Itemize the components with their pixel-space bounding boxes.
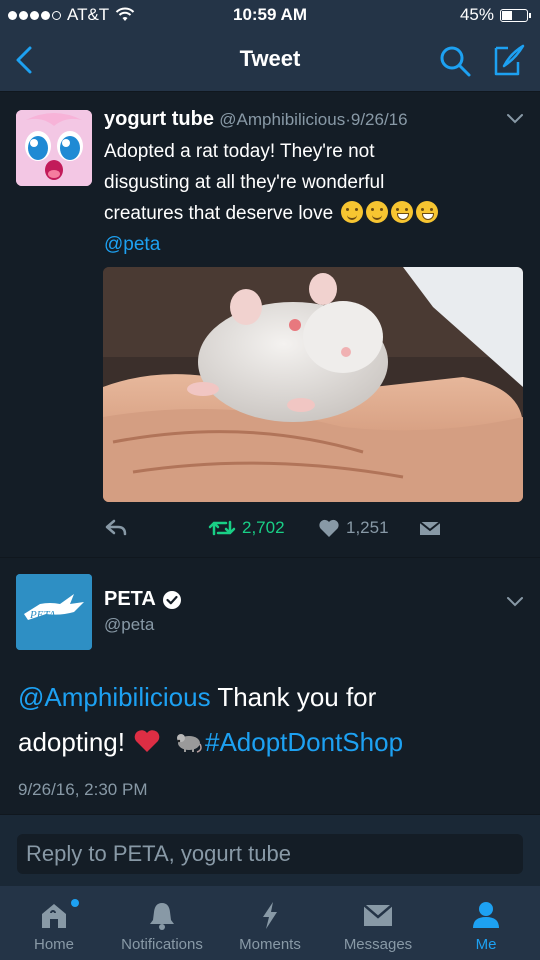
avatar[interactable] [16, 110, 92, 186]
like-count: 1,251 [346, 518, 389, 537]
home-notification-dot [71, 899, 79, 907]
nav-bar: Tweet [0, 30, 540, 92]
avatar-image [16, 110, 92, 186]
tweet-text-line: creatures that deserve love [104, 198, 524, 229]
tweet-text-fragment: creatures that deserve love [104, 203, 334, 224]
tab-label: Me [475, 936, 497, 953]
rat-photo-image [103, 267, 523, 502]
like-button[interactable]: 1,251 [318, 518, 389, 538]
tab-messages[interactable]: Messages [330, 886, 426, 960]
envelope-icon [419, 521, 441, 535]
retweet-count: 2,702 [242, 518, 285, 537]
mention-link[interactable]: @peta [104, 229, 524, 260]
tweet-yogurt-tube[interactable]: yogurt tube @Amphibilicious·9/26/16 Adop… [0, 92, 540, 558]
reply-button[interactable] [104, 518, 128, 538]
tab-label: Messages [343, 936, 413, 953]
tab-bar: Home Notifications Moments Messages Me [0, 886, 540, 960]
tweet-text: @Amphibilicious Thank you for adopting! #… [18, 675, 528, 765]
tweet-photo[interactable] [103, 267, 523, 502]
username[interactable]: @peta [104, 615, 154, 635]
tab-label: Moments [239, 936, 301, 953]
hashtag-link[interactable]: #AdoptDontShop [205, 727, 403, 757]
tab-me[interactable]: Me [446, 886, 526, 960]
tweet-text: Adopted a rat today! They're not disgust… [104, 136, 524, 260]
lightning-icon [263, 902, 277, 929]
retweet-button[interactable]: 2,702 [208, 518, 285, 538]
tweet-text-line: adopting! #AdoptDontShop [18, 720, 528, 765]
red-heart-emoji [134, 730, 160, 752]
person-icon [473, 902, 499, 928]
verified-badge-icon [162, 590, 181, 609]
tweet-timestamp: 9/26/16, 2:30 PM [18, 780, 148, 799]
display-name[interactable]: yogurt tube [104, 108, 214, 130]
status-right: 45% [459, 5, 531, 25]
chevron-down-icon[interactable] [505, 112, 525, 126]
tab-label: Notifications [121, 936, 203, 953]
tweet-actions: 2,702 1,251 [104, 518, 524, 544]
tweet-text-line: Adopted a rat today! They're not [104, 141, 375, 162]
retweet-icon [208, 520, 236, 536]
tweet-text-line: @Amphibilicious Thank you for [18, 675, 528, 720]
home-icon [42, 904, 66, 928]
tab-moments[interactable]: Moments [226, 886, 314, 960]
reply-icon [105, 519, 127, 536]
tweet-date: 9/26/16 [350, 110, 408, 129]
tab-label: Home [33, 936, 74, 953]
grinning-face-emoji [391, 201, 414, 223]
compose-icon[interactable] [490, 42, 526, 78]
tweet-text-line: disgusting at all they're wonderful [104, 172, 385, 193]
rat-emoji [176, 734, 202, 753]
grinning-face-emoji [416, 201, 439, 223]
search-icon[interactable] [438, 44, 472, 78]
status-bar: AT&T 10:59 AM 45% [0, 0, 540, 30]
battery-percent: 45% [459, 5, 494, 24]
peta-logo-text: PETA [29, 609, 56, 621]
peta-logo: PETA [16, 574, 92, 650]
bell-icon [150, 903, 174, 930]
reply-bar [0, 814, 540, 886]
tweet-header: yogurt tube @Amphibilicious·9/26/16 [104, 108, 408, 131]
battery-icon [500, 8, 531, 22]
direct-message-button[interactable] [418, 518, 442, 538]
display-name[interactable]: PETA [104, 588, 156, 611]
tweet-peta[interactable]: PETA PETA @peta @Amphibilicious Thank yo… [0, 559, 540, 813]
tweet-text-fragment: adopting! [18, 727, 125, 757]
envelope-icon [363, 904, 393, 926]
reply-input[interactable] [17, 834, 523, 874]
username[interactable]: @Amphibilicious [219, 110, 345, 129]
heart-icon [319, 519, 339, 537]
display-name-row: PETA [104, 588, 182, 611]
smiling-face-emoji [341, 201, 364, 223]
avatar[interactable]: PETA [16, 574, 92, 650]
tab-home[interactable]: Home [10, 886, 98, 960]
chevron-down-icon[interactable] [505, 595, 525, 609]
tweet-text-fragment: Thank you for [210, 682, 377, 712]
smiling-face-emoji [366, 201, 389, 223]
mention-link[interactable]: @Amphibilicious [18, 682, 211, 712]
tab-notifications[interactable]: Notifications [106, 886, 218, 960]
